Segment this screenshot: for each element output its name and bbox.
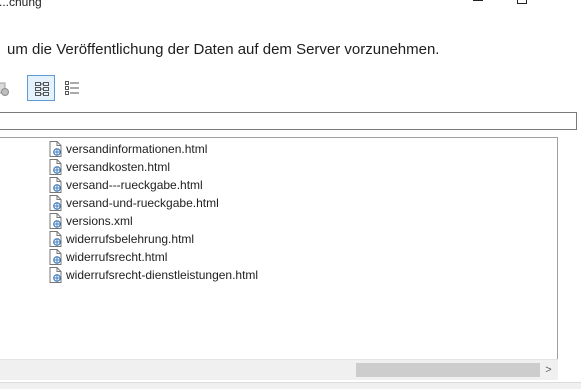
tree-view-icon	[35, 82, 49, 96]
instruction-text: um die Veröffentlichung der Daten auf de…	[7, 41, 440, 58]
file-name: versandinformationen.html	[66, 142, 208, 156]
file-name: versandkosten.html	[66, 160, 171, 174]
web-file-icon	[49, 159, 62, 175]
maximize-button[interactable]	[499, 0, 545, 12]
web-file-icon	[49, 249, 62, 265]
publish-button[interactable]	[0, 75, 15, 101]
maximize-icon	[517, 0, 527, 4]
list-view-button[interactable]	[58, 75, 86, 101]
filter-input[interactable]	[0, 112, 577, 130]
web-file-icon	[49, 141, 62, 157]
chevron-right-icon: >	[545, 364, 552, 376]
title-bar: ...chung	[0, 0, 581, 12]
file-name: versand-und-rueckgabe.html	[66, 196, 219, 210]
file-name: widerrufsbelehrung.html	[66, 232, 195, 246]
minimize-button[interactable]	[455, 0, 501, 12]
file-name: widerrufsrecht.html	[66, 250, 168, 264]
scrollbar-thumb[interactable]	[356, 363, 540, 377]
file-tree[interactable]: versandinformationen.html versandkosten.…	[0, 137, 558, 379]
toolbar	[0, 75, 120, 103]
tree-view-button[interactable]	[27, 75, 55, 101]
list-view-icon	[65, 81, 79, 95]
web-file-icon	[49, 195, 62, 211]
web-file-icon	[49, 213, 62, 229]
web-file-icon	[49, 231, 62, 247]
web-file-icon	[49, 267, 62, 283]
scroll-right-button[interactable]: >	[540, 360, 557, 380]
file-name: widerrufsrecht-dienstleistungen.html	[66, 268, 259, 282]
file-name: versions.xml	[66, 214, 133, 228]
horizontal-scrollbar[interactable]: >	[0, 359, 558, 380]
minimize-icon	[473, 0, 483, 1]
file-name: versand---rueckgabe.html	[66, 178, 203, 192]
web-file-icon	[49, 177, 62, 193]
publish-partial-icon	[0, 82, 9, 96]
window-title: ...chung	[0, 0, 42, 9]
